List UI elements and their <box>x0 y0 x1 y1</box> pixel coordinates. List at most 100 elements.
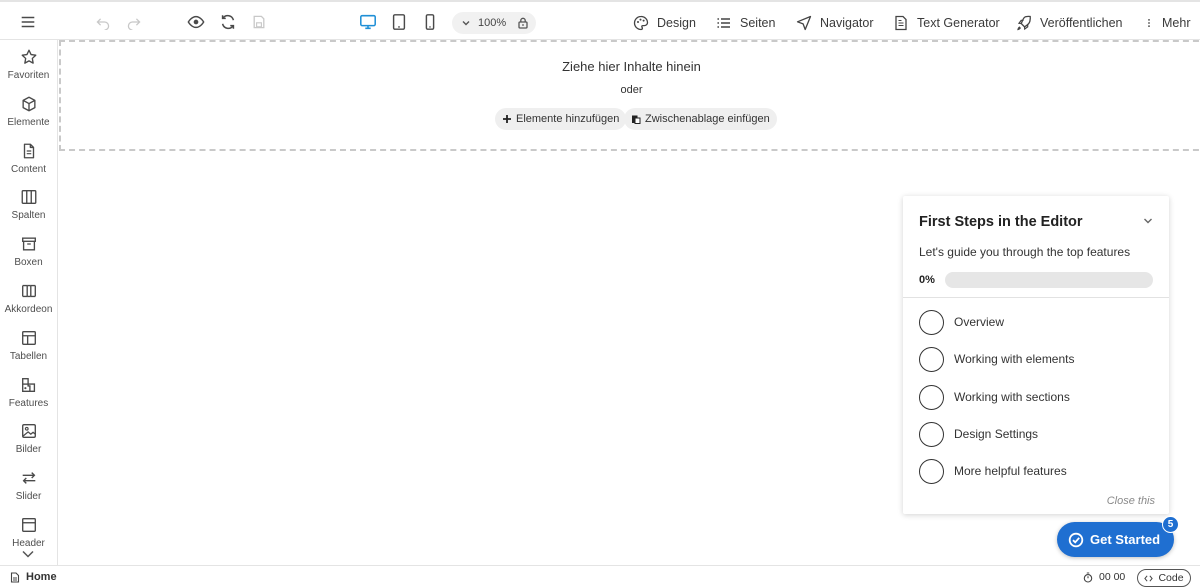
current-page-selector[interactable]: Home <box>10 571 57 583</box>
sidebar-item-content[interactable]: Content <box>0 140 57 184</box>
menu-icon[interactable] <box>18 12 38 32</box>
code-label: Code <box>1158 572 1184 584</box>
sidebar-item-boxen[interactable]: Boxen <box>0 233 57 277</box>
clipboard-paste-icon <box>632 115 641 124</box>
pages-label: Seiten <box>740 16 776 30</box>
content-dropzone[interactable]: Ziehe hier Inhalte hinein oder Elemente … <box>59 40 1200 151</box>
publish-label: Veröffentlichen <box>1040 16 1123 30</box>
step-item[interactable]: Overview <box>919 309 1149 335</box>
progress-percentage: 0% <box>919 274 935 286</box>
code-brackets-icon <box>1144 574 1154 582</box>
rocket-icon <box>1017 15 1031 31</box>
palette-icon <box>633 15 649 31</box>
publish-menu[interactable]: Veröffentlichen <box>1016 13 1122 33</box>
mobile-view-icon[interactable] <box>420 12 440 32</box>
step-checkbox-circle[interactable] <box>919 384 944 410</box>
document-icon <box>23 143 34 159</box>
sidebar-item-spalten[interactable]: Spalten <box>0 186 57 230</box>
table-icon <box>21 331 36 345</box>
paste-clipboard-label: Zwischenablage einfügen <box>645 113 770 125</box>
get-started-button[interactable]: Get Started <box>1057 522 1174 557</box>
panel-title: First Steps in the Editor <box>919 214 1083 230</box>
code-button[interactable]: Code <box>1137 569 1191 587</box>
sidebar-item-label: Favoriten <box>7 70 50 81</box>
sidebar-item-features[interactable]: Features <box>0 374 57 418</box>
tablet-view-icon[interactable] <box>389 12 409 32</box>
sidebar-item-label: Tabellen <box>9 351 48 362</box>
undo-icon[interactable] <box>93 12 113 32</box>
timer-value: 00 00 <box>1099 571 1126 583</box>
save-icon[interactable] <box>249 12 269 32</box>
box-icon <box>21 237 36 251</box>
close-this-link[interactable]: Close this <box>1107 495 1155 507</box>
design-menu[interactable]: Design <box>633 13 696 33</box>
sidebar-item-elemente[interactable]: Elemente <box>0 93 57 137</box>
zoom-control[interactable]: 100% <box>452 12 536 34</box>
plus-icon <box>503 115 511 123</box>
chevron-down-icon[interactable] <box>20 548 36 560</box>
accordion-icon <box>21 284 36 298</box>
current-page-label: Home <box>26 571 57 583</box>
sidebar-item-slider[interactable]: Slider <box>0 467 57 511</box>
step-checkbox-circle[interactable] <box>919 421 944 447</box>
chevron-down-icon[interactable] <box>1141 214 1155 228</box>
navigation-arrow-icon <box>796 15 812 31</box>
list-icon <box>717 18 730 28</box>
step-item[interactable]: Working with sections <box>919 384 1149 410</box>
cube-icon <box>21 96 36 112</box>
sidebar-item-label: Boxen <box>14 257 43 268</box>
lock-icon[interactable] <box>516 16 530 30</box>
step-label: Overview <box>954 315 1005 329</box>
sidebar-item-label: Slider <box>15 491 42 502</box>
sidebar-item-label: Content <box>10 164 47 175</box>
header-icon <box>21 518 36 532</box>
step-checkbox-circle[interactable] <box>919 458 944 484</box>
sidebar-item-label: Bilder <box>15 444 42 455</box>
page-icon <box>10 571 20 583</box>
top-toolbar: 100% Design Seiten Navigator Text Genera… <box>0 0 1200 40</box>
zoom-value: 100% <box>478 17 507 29</box>
more-menu[interactable]: Mehr <box>1144 13 1190 33</box>
add-elements-label: Elemente hinzufügen <box>516 113 620 125</box>
navigator-menu[interactable]: Navigator <box>796 13 874 33</box>
elements-sidebar: Favoriten Elemente Content Spalten Boxen… <box>0 40 58 565</box>
features-icon <box>21 378 35 392</box>
slider-icon <box>22 472 35 484</box>
step-item[interactable]: Design Settings <box>919 421 1149 447</box>
panel-subtitle: Let's guide you through the top features <box>919 245 1131 259</box>
timer: 00 00 <box>1083 571 1125 583</box>
panel-divider <box>903 297 1169 298</box>
sidebar-item-label: Akkordeon <box>4 304 53 315</box>
step-checkbox-circle[interactable] <box>919 309 944 335</box>
step-label: More helpful features <box>954 464 1067 478</box>
text-generator-menu[interactable]: Text Generator <box>893 13 1000 33</box>
star-icon <box>21 49 36 64</box>
desktop-view-icon[interactable] <box>358 12 378 32</box>
columns-icon <box>21 190 36 204</box>
step-item[interactable]: More helpful features <box>919 458 1149 484</box>
add-elements-button[interactable]: Elemente hinzufügen <box>495 108 627 130</box>
first-steps-panel: First Steps in the Editor Let's guide yo… <box>903 196 1169 514</box>
sidebar-item-akkordeon[interactable]: Akkordeon <box>0 280 57 324</box>
get-started-label: Get Started <box>1090 532 1161 547</box>
image-icon <box>21 424 36 438</box>
navigator-label: Navigator <box>820 16 874 30</box>
dropzone-or-text: oder <box>620 84 643 96</box>
notification-badge: 5 <box>1162 516 1179 533</box>
more-label: Mehr <box>1162 16 1191 30</box>
step-label: Working with elements <box>954 352 1075 366</box>
sidebar-item-label: Spalten <box>11 210 46 221</box>
sidebar-item-favoriten[interactable]: Favoriten <box>0 46 57 90</box>
step-item[interactable]: Working with elements <box>919 346 1149 372</box>
sidebar-item-label: Features <box>8 398 49 409</box>
preview-eye-icon[interactable] <box>186 12 206 32</box>
step-checkbox-circle[interactable] <box>919 346 944 372</box>
redo-icon[interactable] <box>124 12 144 32</box>
sidebar-item-tabellen[interactable]: Tabellen <box>0 327 57 371</box>
sidebar-item-bilder[interactable]: Bilder <box>0 420 57 464</box>
progress-bar <box>945 272 1153 288</box>
paste-clipboard-button[interactable]: Zwischenablage einfügen <box>624 108 777 130</box>
chevron-down-icon <box>462 21 470 26</box>
pages-menu[interactable]: Seiten <box>716 13 775 33</box>
refresh-icon[interactable] <box>218 12 238 32</box>
